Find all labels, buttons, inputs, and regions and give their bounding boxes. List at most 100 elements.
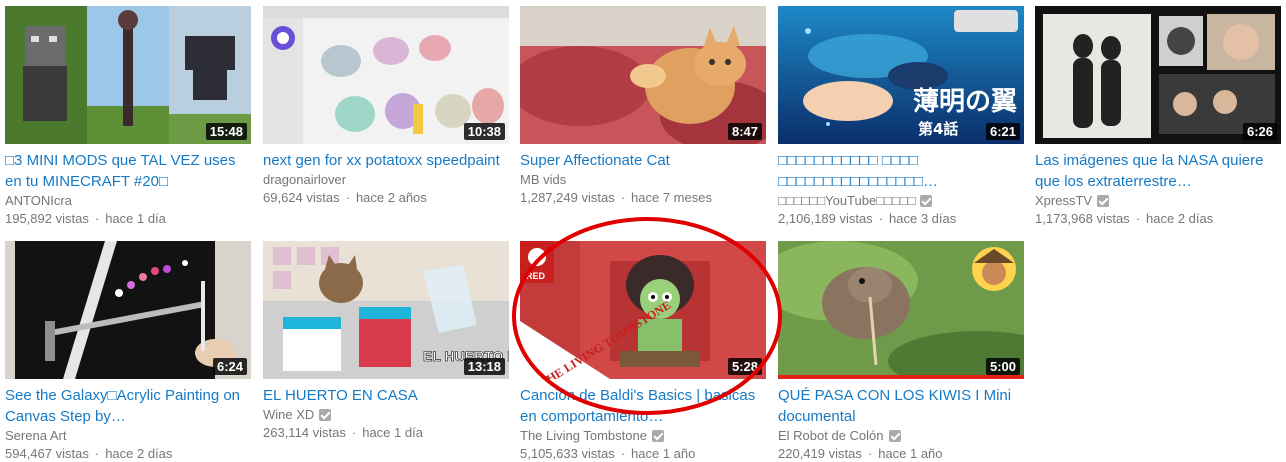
video-thumbnail[interactable]: 5:00 — [778, 241, 1024, 379]
video-card: 8:47 Super Affectionate Cat MB vids 1,28… — [520, 6, 766, 207]
video-thumbnail[interactable]: 15:48 — [5, 6, 251, 144]
upload-age: hace 1 día — [362, 425, 423, 440]
video-card: 10:38 next gen for xx potatoxx speedpain… — [263, 6, 509, 207]
video-duration: 8:47 — [727, 123, 762, 140]
video-title[interactable]: □3 MINI MODS que TAL VEZ uses en tu MINE… — [5, 150, 245, 192]
thumbnail-episode: 第4話 — [918, 120, 958, 138]
channel-name[interactable]: El Robot de Colón — [778, 427, 1024, 445]
view-count: 263,114 vistas — [263, 425, 346, 440]
video-title[interactable]: next gen for xx potatoxx speedpaint — [263, 150, 503, 171]
upload-age: hace 1 año — [631, 446, 696, 461]
video-meta: 220,419 vistas · hace 1 año — [778, 445, 1024, 462]
separator-dot: · — [94, 211, 100, 226]
upload-age: hace 7 meses — [631, 190, 712, 205]
video-title[interactable]: QUÉ PASA CON LOS KIWIS I Mini documental — [778, 385, 1018, 427]
video-card: 15:48 □3 MINI MODS que TAL VEZ uses en t… — [5, 6, 251, 228]
video-meta: 2,106,189 vistas · hace 3 días — [778, 210, 1024, 228]
video-duration: 15:48 — [205, 123, 247, 140]
video-thumbnail[interactable]: 6:26 — [1035, 6, 1281, 144]
video-thumbnail[interactable]: 薄明の翼 第4話 6:21 — [778, 6, 1024, 144]
channel-name[interactable]: Wine XD — [263, 406, 509, 424]
channel-label: □□□□□□YouTube□□□□□ — [778, 193, 916, 208]
video-meta: 1,173,968 vistas · hace 2 días — [1035, 210, 1281, 228]
channel-name[interactable]: Serena Art — [5, 427, 251, 445]
video-title[interactable]: Super Affectionate Cat — [520, 150, 760, 171]
channel-label: XpressTV — [1035, 193, 1093, 208]
video-duration: 5:00 — [985, 358, 1020, 375]
view-count: 1,173,968 vistas — [1035, 211, 1130, 226]
video-card: 6:24 See the Galaxy□Acrylic Painting on … — [5, 241, 251, 462]
upload-age: hace 1 año — [878, 446, 943, 461]
video-title[interactable]: EL HUERTO EN CASA — [263, 385, 503, 406]
channel-label: The Living Tombstone — [520, 428, 647, 443]
video-grid: 15:48 □3 MINI MODS que TAL VEZ uses en t… — [0, 0, 1286, 462]
video-title[interactable]: □□□□□□□□□□□ □□□□ □□□□□□□□□□□□□□□□… — [778, 150, 1018, 192]
channel-label: dragonairlover — [263, 172, 347, 187]
video-card: 薄明の翼 第4話 6:21 □□□□□□□□□□□ □□□□ □□□□□□□□□… — [778, 6, 1024, 228]
view-count: 1,287,249 vistas — [520, 190, 615, 205]
video-duration: 6:21 — [985, 123, 1020, 140]
view-count: 2,106,189 vistas — [778, 211, 873, 226]
thumbnail-caption: 薄明の翼 — [913, 87, 1017, 117]
channel-label: Serena Art — [5, 428, 67, 443]
video-duration: 13:18 — [463, 358, 505, 375]
video-title[interactable]: See the Galaxy□Acrylic Painting on Canva… — [5, 385, 245, 427]
separator-dot: · — [345, 190, 350, 205]
video-card: EL HUERTO EN C 13:18 EL HUERTO EN CASA W… — [263, 241, 509, 442]
video-meta: 1,287,249 vistas · hace 7 meses — [520, 189, 766, 207]
video-thumbnail[interactable]: 6:24 — [5, 241, 251, 379]
upload-age: hace 3 días — [889, 211, 957, 226]
video-duration: 5:28 — [727, 358, 762, 375]
channel-name[interactable]: □□□□□□YouTube□□□□□ — [778, 192, 1024, 210]
video-title[interactable]: Canción de Baldi's Basics | basicas en c… — [520, 385, 760, 427]
channel-name[interactable]: XpressTV — [1035, 192, 1281, 210]
video-meta: 195,892 vistas · hace 1 día — [5, 210, 251, 228]
separator-dot: · — [620, 190, 626, 205]
video-thumbnail[interactable]: RED THE LIVING TOMBSTONE 5:28 — [520, 241, 766, 379]
view-count: 195,892 vistas — [5, 211, 89, 226]
channel-label: Wine XD — [263, 407, 315, 422]
upload-age: hace 2 años — [355, 190, 427, 205]
video-duration: 6:26 — [1242, 123, 1277, 140]
video-meta: 5,105,633 vistas · hace 1 año — [520, 445, 766, 462]
channel-label: El Robot de Colón — [778, 428, 884, 443]
video-thumbnail[interactable]: 8:47 — [520, 6, 766, 144]
video-thumbnail[interactable]: EL HUERTO EN C 13:18 — [263, 241, 509, 379]
video-meta: 69,624 vistas · hace 2 años — [263, 189, 509, 207]
separator-dot: · — [878, 211, 884, 226]
video-thumbnail[interactable]: 10:38 — [263, 6, 509, 144]
upload-age: hace 1 día — [105, 211, 166, 226]
video-title[interactable]: Las imágenes que la NASA quiere que los … — [1035, 150, 1275, 192]
video-card: RED THE LIVING TOMBSTONE 5:28 Canción de… — [520, 241, 766, 462]
video-card: 5:00 QUÉ PASA CON LOS KIWIS I Mini docum… — [778, 241, 1024, 462]
separator-dot: · — [867, 446, 873, 461]
verified-icon — [888, 430, 901, 442]
verified-icon — [319, 409, 332, 421]
separator-dot: · — [351, 425, 357, 440]
separator-dot: · — [94, 446, 100, 461]
upload-age: hace 2 días — [105, 446, 173, 461]
view-count: 594,467 vistas — [5, 446, 89, 461]
verified-icon — [1097, 195, 1110, 207]
video-duration: 10:38 — [463, 123, 505, 140]
video-meta: 263,114 vistas · hace 1 día — [263, 424, 509, 442]
channel-name[interactable]: The Living Tombstone — [520, 427, 766, 445]
view-count: 69,624 vistas — [263, 190, 340, 205]
channel-label: MB vids — [520, 172, 567, 187]
watched-progress-bar — [778, 375, 1024, 379]
channel-name[interactable]: MB vids — [520, 171, 766, 189]
channel-label: ANTONIcra — [5, 193, 72, 208]
upload-age: hace 2 días — [1146, 211, 1214, 226]
video-duration: 6:24 — [212, 358, 247, 375]
verified-icon — [920, 195, 933, 207]
verified-icon — [651, 430, 664, 442]
view-count: 220,419 vistas — [778, 446, 862, 461]
channel-name[interactable]: ANTONIcra — [5, 192, 251, 210]
separator-dot: · — [620, 446, 626, 461]
video-card: 6:26 Las imágenes que la NASA quiere que… — [1035, 6, 1281, 228]
separator-dot: · — [1135, 211, 1141, 226]
view-count: 5,105,633 vistas — [520, 446, 615, 461]
thumbnail-badge: RED — [526, 271, 546, 281]
channel-name[interactable]: dragonairlover — [263, 171, 509, 189]
video-meta: 594,467 vistas · hace 2 días — [5, 445, 251, 462]
